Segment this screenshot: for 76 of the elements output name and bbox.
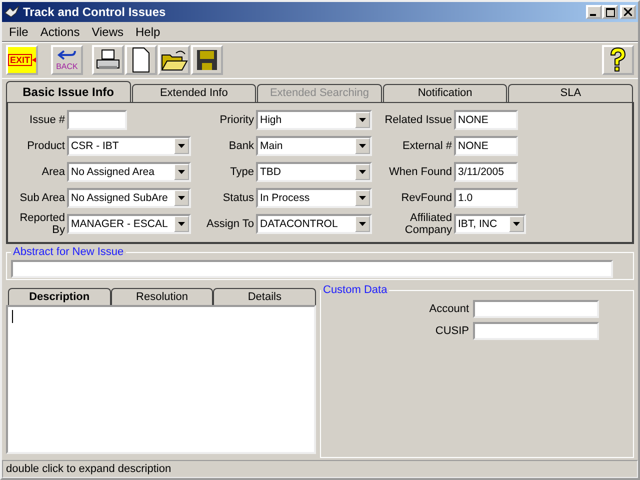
group-title: Custom Data — [322, 284, 388, 296]
field-label: RevFound — [400, 192, 452, 204]
tab[interactable]: Basic Issue Info — [6, 81, 131, 102]
input-field[interactable] — [473, 300, 599, 318]
tab[interactable]: Extended Info — [132, 84, 256, 102]
status-bar: double click to expand description — [2, 460, 638, 478]
dropdown[interactable]: No Assigned SubAre — [67, 188, 191, 208]
open-folder-button[interactable] — [158, 45, 190, 75]
dropdown[interactable]: No Assigned Area — [67, 162, 191, 182]
field-label: Assign To — [206, 218, 254, 230]
input-field[interactable]: 1.0 — [454, 188, 518, 208]
dropdown-arrow-icon — [359, 118, 366, 122]
field-label: When Found — [388, 166, 452, 178]
dropdown-arrow-icon — [178, 170, 185, 174]
back-button[interactable]: BACK — [51, 45, 83, 75]
dropdown[interactable]: IBT, INC — [454, 214, 526, 234]
field-label: External # — [401, 140, 452, 152]
close-button[interactable] — [620, 5, 636, 19]
dropdown[interactable]: TBD — [256, 162, 372, 182]
dropdown[interactable]: DATACONTROL — [256, 214, 372, 234]
menu-item[interactable]: File — [9, 25, 28, 38]
menu-item[interactable]: Help — [136, 25, 160, 38]
exit-label: EXIT — [8, 54, 32, 66]
dropdown-arrow-icon — [359, 170, 366, 174]
input-field[interactable]: 3/11/2005 — [454, 162, 518, 182]
printer-icon — [95, 48, 121, 72]
help-button[interactable] — [602, 45, 634, 75]
document-icon — [131, 47, 151, 73]
menu-item[interactable]: Actions — [40, 25, 80, 38]
field-label: Priority — [218, 114, 254, 126]
dropdown-arrow-icon — [178, 144, 185, 148]
exit-button[interactable]: EXIT — [6, 45, 38, 75]
field-label: Type — [229, 166, 254, 178]
folder-icon — [160, 48, 188, 72]
field-label: CUSIP — [435, 325, 469, 337]
input-field[interactable] — [11, 260, 613, 278]
close-icon — [624, 8, 632, 16]
print-button[interactable] — [92, 45, 124, 75]
field-label: Area — [40, 166, 65, 178]
field-label: Bank — [228, 140, 254, 152]
menu-item[interactable]: Views — [92, 25, 124, 38]
field-label: Related Issue — [384, 114, 452, 126]
dropdown[interactable]: CSR - IBT — [67, 136, 191, 156]
input-field[interactable] — [67, 110, 127, 130]
dropdown[interactable]: High — [256, 110, 372, 130]
dropdown[interactable]: MANAGER - ESCAL — [67, 214, 191, 234]
field-label: Issue # — [28, 114, 65, 126]
maximize-icon — [606, 8, 614, 16]
dropdown-arrow-icon — [359, 144, 366, 148]
field-label: Product — [26, 140, 65, 152]
new-document-button[interactable] — [125, 45, 157, 75]
save-button[interactable] — [191, 45, 223, 75]
dropdown-arrow-icon — [178, 196, 185, 200]
group-title: Abstract for New Issue — [12, 246, 125, 258]
back-label: BACK — [56, 63, 78, 71]
tab[interactable]: SLA — [508, 84, 633, 102]
dropdown[interactable]: In Process — [256, 188, 372, 208]
app-icon — [4, 4, 20, 20]
dropdown[interactable]: Main — [256, 136, 372, 156]
tab[interactable]: Notification — [382, 84, 508, 102]
field-label: Reported By — [18, 212, 65, 236]
maximize-button[interactable] — [602, 5, 618, 19]
dropdown-arrow-icon — [178, 222, 185, 226]
dropdown-arrow-icon — [513, 222, 520, 226]
input-field[interactable]: NONE — [454, 136, 518, 156]
input-field[interactable] — [473, 322, 599, 340]
arrow-icon — [32, 55, 36, 65]
dropdown-arrow-icon — [359, 222, 366, 226]
field-label: Sub Area — [18, 192, 65, 204]
window-title: Track and Control Issues — [23, 5, 166, 19]
field-label: Account — [429, 303, 469, 315]
minimize-button[interactable] — [586, 5, 602, 19]
field-label: Affiliated Company — [404, 212, 452, 236]
input-field[interactable]: NONE — [454, 110, 518, 130]
field-label: Status — [222, 192, 254, 204]
dropdown-arrow-icon — [359, 196, 366, 200]
